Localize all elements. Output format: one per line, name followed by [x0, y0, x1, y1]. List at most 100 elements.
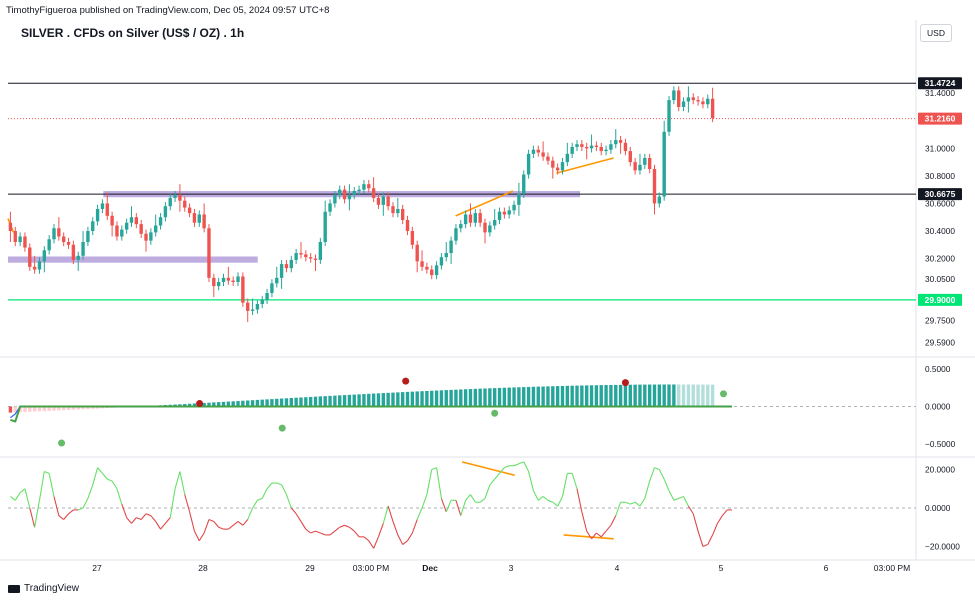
histogram-bar	[260, 399, 264, 407]
oscillator-segment	[48, 473, 55, 497]
oscillator-segment	[44, 470, 50, 474]
candle-body	[449, 240, 453, 254]
histogram-bar	[275, 398, 279, 407]
candle-body	[633, 162, 637, 171]
histogram-bar	[681, 384, 686, 407]
oscillator-segment	[605, 524, 612, 532]
oscillator-segment	[164, 517, 171, 524]
histogram-bar	[507, 387, 511, 407]
candle-body	[604, 149, 608, 152]
candle-body	[459, 224, 463, 229]
oscillator-segment	[281, 484, 287, 495]
candle-body	[652, 169, 657, 204]
candle-body	[241, 276, 245, 303]
oscillator-segment	[561, 473, 568, 497]
y-tick-label: 29.7500	[925, 316, 955, 326]
cross-marker	[278, 424, 286, 432]
candle-body	[115, 225, 119, 237]
histogram-bar	[686, 384, 691, 407]
candle-body	[565, 153, 570, 163]
candle-body	[250, 309, 255, 311]
candle-body	[318, 242, 323, 260]
oscillator-segment	[397, 534, 404, 545]
candle-body	[236, 276, 240, 282]
oscillator-segment	[668, 490, 675, 501]
candle-body	[139, 224, 143, 234]
histogram-bar	[308, 396, 313, 407]
oscillator-segment	[208, 519, 215, 522]
oscillator-segment	[349, 526, 355, 532]
oscillator-segment	[411, 519, 418, 534]
oscillator-segment	[678, 495, 684, 499]
oscillator-segment	[523, 461, 530, 472]
candle-body	[95, 208, 100, 222]
oscillator-segment	[421, 494, 428, 509]
price-label: 31.2160	[925, 114, 956, 124]
tradingview-logo[interactable]: TradingView	[8, 583, 79, 594]
candle-body	[158, 217, 163, 226]
candle-body	[492, 219, 497, 226]
candle-body	[23, 236, 27, 248]
histogram-bar	[284, 398, 289, 407]
candle-body	[47, 239, 51, 251]
oscillator-segment	[19, 488, 26, 494]
oscillator-segment	[179, 471, 186, 495]
oscillator-segment	[102, 473, 108, 480]
oscillator-segment	[10, 496, 16, 501]
oscillator-segment	[654, 467, 660, 471]
candle-body	[149, 232, 153, 241]
x-tick-label: 5	[719, 563, 724, 573]
y-tick-label: 30.4000	[925, 226, 955, 236]
axis-layer: 31.400031.200031.000030.800030.600030.40…	[92, 77, 962, 573]
histogram-bar	[502, 387, 507, 407]
x-tick-label: 03:00 PM	[874, 563, 910, 573]
histogram-bar	[362, 394, 366, 407]
candle-body	[120, 229, 124, 237]
candle-body	[541, 152, 545, 157]
candle-body	[57, 228, 61, 237]
histogram-bar	[299, 397, 303, 407]
candle-body	[512, 204, 516, 211]
oscillator-segment	[542, 496, 549, 501]
histogram-bar	[609, 384, 613, 407]
histogram-bar	[710, 384, 715, 407]
histogram-bar	[565, 385, 570, 407]
histogram-bar	[672, 384, 676, 407]
oscillator-segment	[150, 515, 157, 522]
candle-body	[400, 208, 405, 220]
oscillator-segment	[663, 478, 670, 491]
histogram-bar	[434, 390, 439, 407]
histogram-bar	[662, 384, 666, 407]
histogram-bar	[691, 384, 695, 407]
cross-marker	[196, 400, 204, 408]
histogram-bar	[386, 392, 390, 407]
oscillator-segment	[436, 467, 442, 499]
oscillator-segment	[557, 496, 563, 507]
candle-body	[434, 265, 439, 276]
candle-body	[536, 149, 540, 153]
y-tick-label: 0.5000	[925, 364, 951, 374]
grid-layer	[0, 20, 975, 561]
histogram-bar	[444, 390, 448, 407]
oscillator-segment	[344, 524, 350, 528]
histogram-bar	[599, 385, 603, 407]
oscillator-segment	[426, 469, 433, 495]
oscillator-segment	[697, 530, 704, 547]
chart-canvas[interactable]: 31.400031.200031.000030.800030.600030.40…	[0, 0, 975, 605]
oscillator-trend-line	[461, 461, 515, 477]
histogram-bar	[555, 386, 560, 407]
candle-body	[178, 195, 182, 201]
candle-body	[221, 277, 226, 282]
cross-marker	[720, 390, 728, 398]
histogram-bar	[541, 386, 545, 407]
candle-body	[415, 244, 419, 262]
oscillator-segment	[107, 478, 113, 482]
oscillator-segment	[377, 523, 384, 538]
histogram-bar	[497, 387, 502, 407]
oscillator-segment	[257, 497, 263, 501]
oscillator-segment	[634, 501, 641, 507]
histogram-bar	[367, 393, 371, 407]
oscillator-trend-line	[563, 534, 614, 540]
candle-body	[342, 189, 347, 200]
histogram-bar	[643, 384, 647, 407]
